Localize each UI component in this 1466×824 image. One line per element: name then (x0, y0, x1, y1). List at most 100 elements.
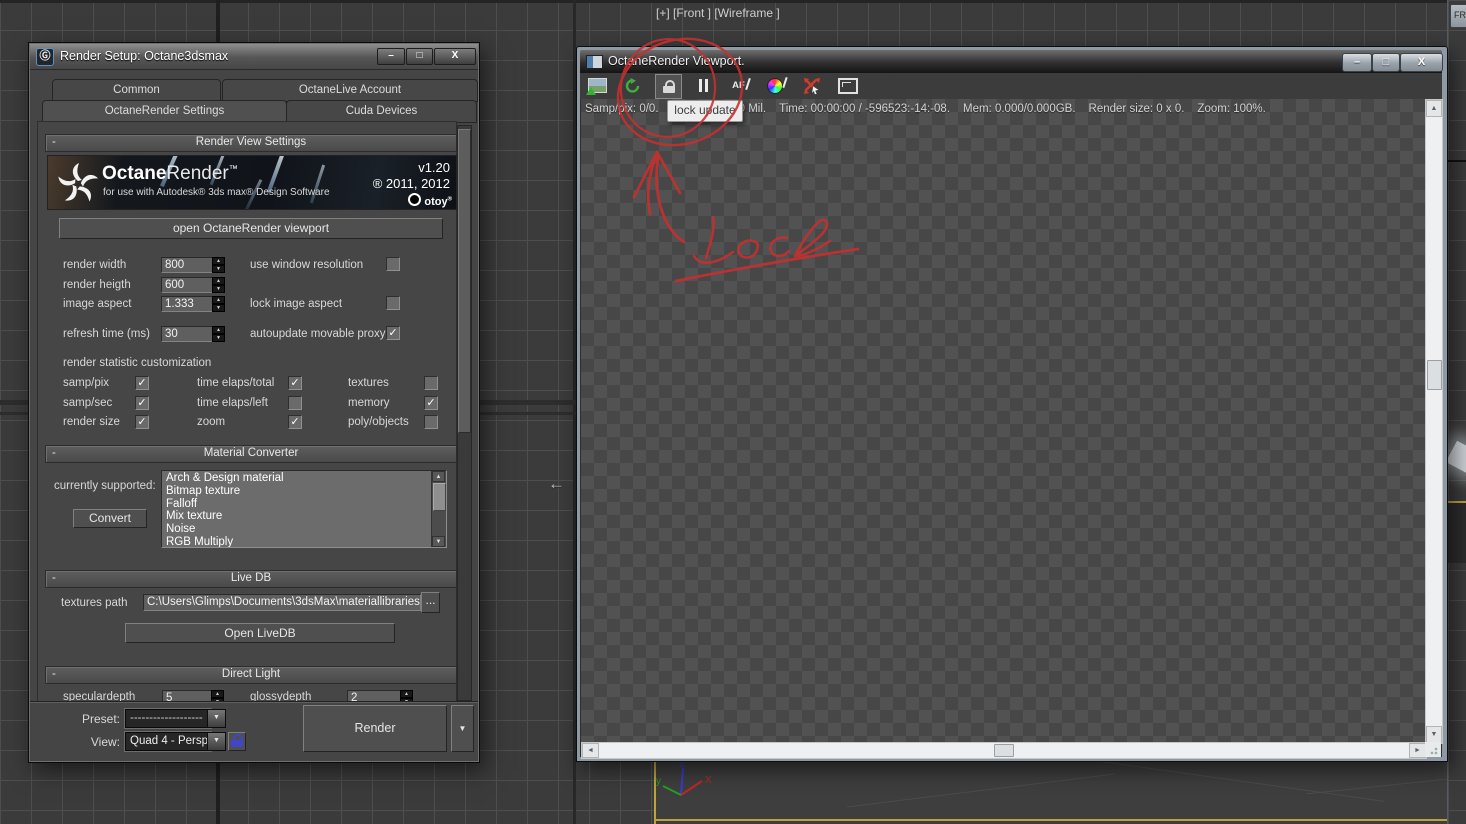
spin-up-icon[interactable]: ▲ (212, 277, 225, 285)
memory-checkbox[interactable]: ✓ (424, 396, 438, 410)
horizontal-scrollbar[interactable]: ◄ ► (581, 742, 1427, 759)
render-heigth-input[interactable]: 600 (161, 277, 213, 293)
list-item[interactable]: RGB Multiply (166, 536, 446, 547)
image-aspect-spinner[interactable]: ▲ ▼ (212, 296, 225, 312)
spin-up-icon[interactable]: ▲ (212, 326, 225, 334)
minimize-button[interactable]: – (1342, 53, 1372, 72)
poly-objects-checkbox[interactable] (424, 415, 438, 429)
view-dropdown-arrow-icon[interactable]: ▼ (207, 732, 226, 751)
browse-button[interactable]: ... (421, 592, 440, 613)
minimize-button[interactable]: – (377, 48, 405, 65)
resize-grip[interactable] (1425, 742, 1441, 757)
zoom-checkbox[interactable]: ✓ (288, 415, 302, 429)
collapse-icon[interactable]: - (52, 446, 56, 461)
viewport-resolution-button[interactable] (835, 74, 860, 97)
spin-up-icon[interactable]: ▲ (212, 296, 225, 304)
refresh-time-input[interactable]: 30 (161, 326, 213, 342)
restart-render-button[interactable] (620, 74, 645, 97)
render-button[interactable]: Render (303, 705, 447, 752)
tab-octanelive-account[interactable]: OctaneLive Account (222, 79, 478, 102)
render-width-spinner[interactable]: ▲ ▼ (212, 257, 225, 273)
preset-dropdown[interactable]: ------------------- (125, 709, 211, 728)
banner-subtitle: for use with Autodesk® 3ds max® Design S… (103, 187, 330, 198)
rollout-live-db[interactable]: - Live DB (45, 570, 457, 588)
rollout-render-view-settings[interactable]: - Render View Settings (45, 134, 457, 152)
horizontal-scrollbar-thumb[interactable] (994, 744, 1014, 757)
view-dropdown[interactable]: Quad 4 - Perspe (125, 732, 211, 751)
spin-up-icon[interactable]: ▲ (211, 690, 224, 698)
time-elaps-total-checkbox[interactable]: ✓ (288, 376, 302, 390)
list-item[interactable]: Noise (166, 523, 446, 536)
pause-render-button[interactable] (691, 74, 716, 97)
viewport-type-label[interactable]: [+] [Front ] [Wireframe ] (656, 6, 780, 20)
autoupdate-movable-proxy-checkbox[interactable]: ✓ (386, 326, 400, 340)
textures-path-input[interactable]: C:\Users\Glimps\Documents\3dsMax\materia… (143, 594, 421, 611)
preset-dropdown-arrow-icon[interactable]: ▼ (207, 709, 226, 728)
list-item[interactable]: Bitmap texture (166, 485, 446, 498)
save-image-button[interactable] (585, 74, 610, 97)
render-result-canvas[interactable] (581, 99, 1425, 742)
side-panel-button[interactable]: FRO (1450, 4, 1466, 28)
lock-update-button[interactable] (655, 74, 682, 99)
glossydepth-input[interactable]: 2 (347, 690, 401, 701)
time-elaps-left-checkbox[interactable] (288, 396, 302, 410)
viewport-lock-button[interactable] (228, 732, 246, 751)
scroll-up-icon[interactable]: ▲ (1426, 100, 1442, 117)
vertical-scrollbar[interactable]: ▲ ▼ (1425, 99, 1443, 744)
render-size-checkbox[interactable]: ✓ (135, 415, 149, 429)
list-scrollbar-thumb[interactable] (433, 483, 446, 511)
tab-common[interactable]: Common (52, 79, 221, 102)
samp-sec-checkbox[interactable]: ✓ (135, 396, 149, 410)
spin-down-icon[interactable]: ▼ (212, 334, 225, 342)
spin-up-icon[interactable]: ▲ (400, 690, 413, 698)
tab-cuda-devices[interactable]: Cuda Devices (286, 100, 477, 123)
lock-image-aspect-checkbox[interactable] (386, 296, 400, 310)
render-heigth-spinner[interactable]: ▲ ▼ (212, 277, 225, 293)
autofocus-picker-button[interactable]: AF (728, 74, 753, 97)
render-setup-titlebar[interactable]: Ⓖ Render Setup: Octane3dsmax – □ X (30, 44, 478, 70)
convert-button[interactable]: Convert (73, 509, 147, 528)
image-aspect-input[interactable]: 1.333 (161, 296, 213, 312)
list-item[interactable]: Arch & Design material (166, 472, 446, 485)
render-width-input[interactable]: 800 (161, 257, 213, 273)
glossydepth-spinner[interactable]: ▲ ▼ (400, 690, 413, 701)
list-item[interactable]: Mix texture (166, 510, 446, 523)
list-item[interactable]: Falloff (166, 498, 446, 511)
list-scrollbar[interactable]: ▲ ▼ (431, 471, 446, 547)
spin-down-icon[interactable]: ▼ (212, 265, 225, 273)
spin-down-icon[interactable]: ▼ (212, 304, 225, 312)
collapse-icon[interactable]: - (52, 667, 56, 682)
octane-viewport-titlebar[interactable]: OctaneRender Viewport. – □ X (580, 50, 1443, 73)
supported-materials-listbox[interactable]: Arch & Design material Bitmap texture Fa… (161, 470, 447, 548)
scroll-left-icon[interactable]: ◄ (582, 743, 599, 758)
refresh-time-spinner[interactable]: ▲ ▼ (212, 326, 225, 342)
maximize-button[interactable]: □ (406, 48, 433, 65)
rollout-material-converter[interactable]: - Material Converter (45, 445, 457, 463)
close-button[interactable]: X (1400, 53, 1443, 72)
panel-scrollbar-thumb[interactable] (458, 129, 471, 433)
scroll-up-icon[interactable]: ▲ (432, 471, 445, 482)
rollout-direct-light[interactable]: - Direct Light (45, 666, 457, 684)
spin-up-icon[interactable]: ▲ (212, 257, 225, 265)
scroll-down-icon[interactable]: ▼ (1426, 726, 1442, 743)
vertical-scrollbar-thumb[interactable] (1427, 360, 1442, 390)
object-material-picker-button[interactable] (799, 74, 824, 97)
collapse-icon[interactable]: - (52, 135, 56, 150)
white-balance-picker-button[interactable] (764, 74, 789, 97)
speculardepth-input[interactable]: 5 (162, 690, 212, 701)
collapse-icon[interactable]: - (52, 571, 56, 586)
use-window-resolution-checkbox[interactable] (386, 257, 400, 271)
speculardepth-spinner[interactable]: ▲ ▼ (211, 690, 224, 701)
render-options-arrow-button[interactable]: ▼ (451, 705, 474, 752)
close-button[interactable]: X (434, 48, 476, 65)
open-octanerender-viewport-button[interactable]: open OctaneRender viewport (59, 218, 443, 239)
axis-y-label: y (656, 776, 661, 787)
tab-octanerender-settings[interactable]: OctaneRender Settings (42, 100, 287, 123)
open-livedb-button[interactable]: Open LiveDB (125, 623, 395, 643)
scroll-right-icon[interactable]: ► (1409, 743, 1426, 758)
maximize-button[interactable]: □ (1372, 53, 1400, 72)
scroll-down-icon[interactable]: ▼ (432, 536, 445, 547)
samp-pix-checkbox[interactable]: ✓ (135, 376, 149, 390)
spin-down-icon[interactable]: ▼ (212, 285, 225, 293)
textures-checkbox[interactable] (424, 376, 438, 390)
